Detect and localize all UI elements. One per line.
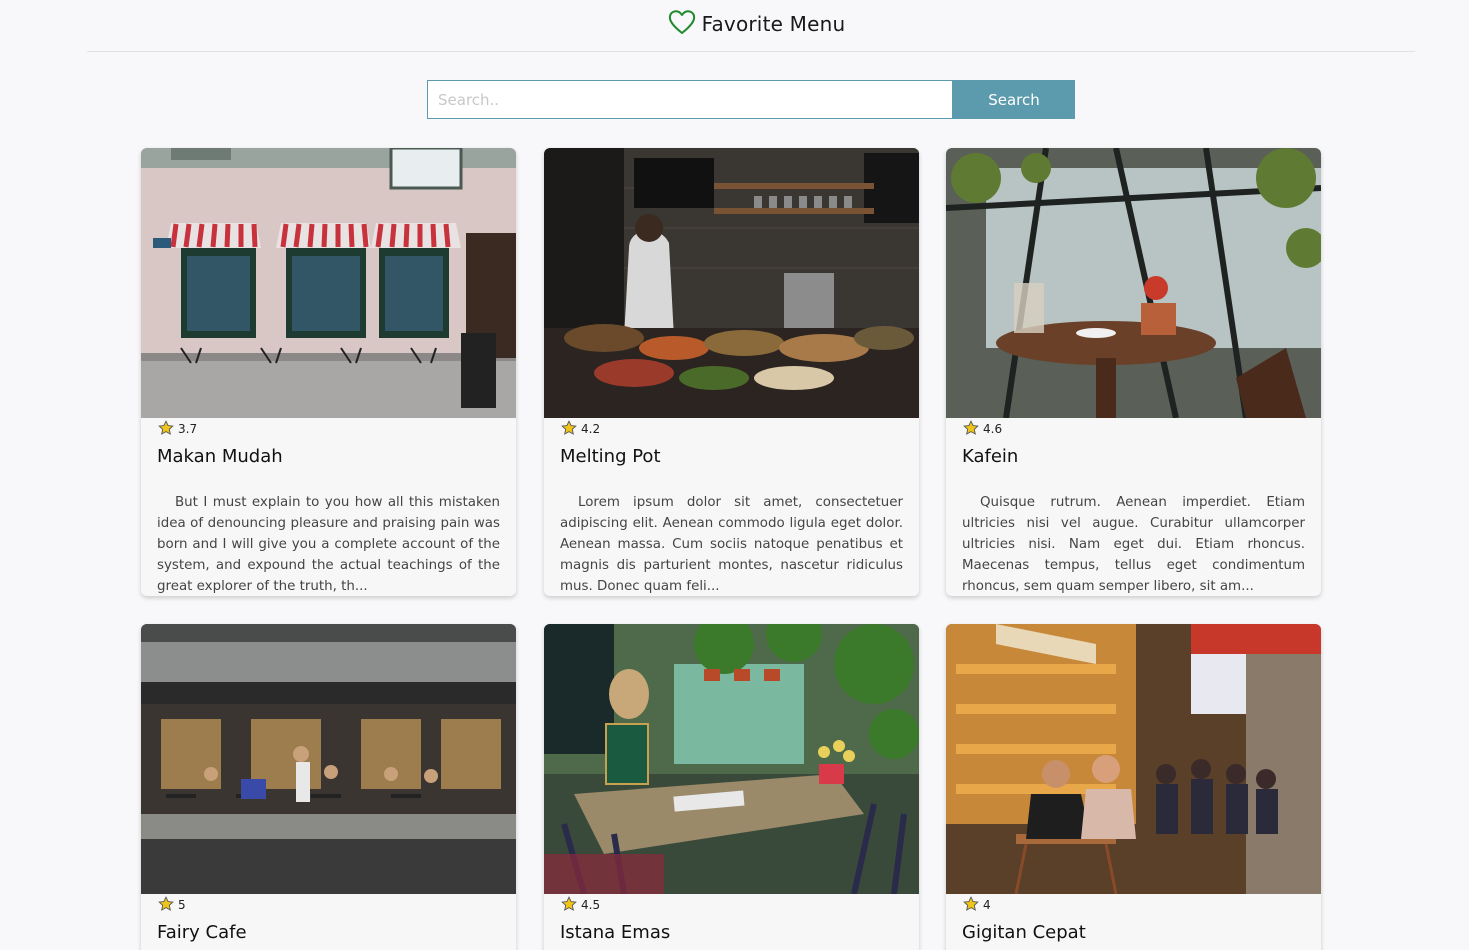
rating: 4.5 (544, 894, 919, 914)
rating-value: 4.5 (581, 898, 601, 912)
card-title[interactable]: Kafein (946, 438, 1321, 476)
star-icon (561, 895, 577, 915)
rating: 3.7 (141, 418, 516, 438)
rating: 5 (141, 894, 516, 914)
card-image[interactable] (141, 148, 516, 418)
heart-icon (667, 8, 697, 40)
menu-card[interactable]: 4.5 Istana Emas (544, 624, 919, 950)
page-title: Favorite Menu (701, 11, 846, 36)
page-header: Favorite Menu (87, 0, 1415, 52)
card-image[interactable] (544, 148, 919, 418)
card-description: But I must explain to you how all this m… (157, 495, 500, 594)
rating-value: 5 (178, 898, 186, 912)
menu-card[interactable]: 3.7 Makan Mudah But I must explain to yo… (141, 148, 516, 596)
card-description: Quisque rutrum. Aenean imperdiet. Etiam … (962, 495, 1305, 594)
rating-value: 4 (983, 898, 991, 912)
menu-card[interactable]: 4.6 Kafein Quisque rutrum. Aenean imperd… (946, 148, 1321, 596)
card-title[interactable]: Gigitan Cepat (946, 914, 1321, 950)
brand: Favorite Menu (667, 8, 846, 40)
card-title[interactable]: Istana Emas (544, 914, 919, 950)
rating-value: 4.6 (983, 422, 1003, 436)
rating: 4.6 (946, 418, 1321, 438)
star-icon (963, 895, 979, 915)
card-title[interactable]: Fairy Cafe (141, 914, 516, 950)
card-description: Lorem ipsum dolor sit amet, consectetuer… (560, 495, 903, 594)
card-title[interactable]: Melting Pot (544, 438, 919, 476)
card-image[interactable] (141, 624, 516, 894)
rating: 4.2 (544, 418, 919, 438)
rating: 4 (946, 894, 1321, 914)
menu-card[interactable]: 4 Gigitan Cepat (946, 624, 1321, 950)
rating-value: 3.7 (178, 422, 198, 436)
menu-card[interactable]: 5 Fairy Cafe (141, 624, 516, 950)
card-image[interactable] (946, 148, 1321, 418)
search-button[interactable]: Search (953, 80, 1075, 119)
star-icon (158, 419, 174, 439)
card-image[interactable] (946, 624, 1321, 894)
rating-value: 4.2 (581, 422, 601, 436)
star-icon (561, 419, 577, 439)
star-icon (963, 419, 979, 439)
menu-card[interactable]: 4.2 Melting Pot Lorem ipsum dolor sit am… (544, 148, 919, 596)
search-bar: Search (427, 80, 1075, 119)
card-image[interactable] (544, 624, 919, 894)
card-title[interactable]: Makan Mudah (141, 438, 516, 476)
search-input[interactable] (427, 80, 953, 119)
star-icon (158, 895, 174, 915)
